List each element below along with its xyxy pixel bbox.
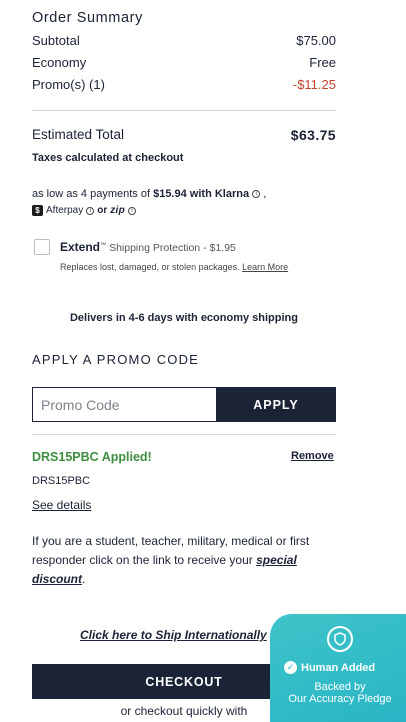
financing-prefix: as low as 4 payments of xyxy=(32,188,151,200)
shipping-value: Free xyxy=(309,55,336,70)
promo-discount-value: -$11.25 xyxy=(292,77,336,92)
shipping-row: Economy Free xyxy=(32,55,336,70)
klarna-logo: Klarna xyxy=(214,188,250,200)
divider xyxy=(32,434,336,435)
promo-code-input[interactable] xyxy=(32,387,217,422)
estimated-total-row: Estimated Total $63.75 xyxy=(32,127,336,143)
estimated-total-value: $63.75 xyxy=(290,127,336,143)
delivery-estimate: Delivers in 4-6 days with economy shippi… xyxy=(69,312,298,324)
human-added-text: Human Added xyxy=(301,661,376,674)
see-details-link[interactable]: See details xyxy=(32,498,91,512)
applied-promo-code: DRS15PBC xyxy=(32,475,91,487)
financing-with: with xyxy=(189,188,212,200)
klarna-financing: as low as 4 payments of $15.94 with Klar… xyxy=(32,188,267,200)
shield-icon xyxy=(327,626,353,652)
extend-logo: Extend xyxy=(60,240,101,254)
promo-section-title: APPLY A PROMO CODE xyxy=(32,352,200,367)
shipping-protection-label: Shipping Protection xyxy=(109,242,201,254)
protection-note-text: Replaces lost, damaged, or stolen packag… xyxy=(60,262,240,272)
pledge-line: Our Accuracy Pledge xyxy=(288,693,392,705)
klarna-info-icon[interactable]: i xyxy=(252,190,261,199)
human-added-label: ✓ Human Added xyxy=(284,661,375,674)
special-discount-text: If you are a student, teacher, military,… xyxy=(32,532,332,589)
zip-logo: zip xyxy=(110,205,126,216)
financing-amount: $15.94 xyxy=(153,188,187,200)
order-summary-title: Order Summary xyxy=(32,10,143,26)
promo-label: Promo(s) (1) xyxy=(32,77,105,92)
taxes-note: Taxes calculated at checkout xyxy=(32,152,184,164)
remove-promo-link[interactable]: Remove xyxy=(291,450,334,462)
apply-promo-button[interactable]: APPLY xyxy=(216,387,336,422)
extend-tm: ™ xyxy=(100,242,107,249)
subtotal-label: Subtotal xyxy=(32,33,80,48)
divider xyxy=(32,110,336,111)
zip-info-icon[interactable]: i xyxy=(128,206,137,215)
extend-protection: Extend™ Shipping Protection - $1.95 xyxy=(60,240,236,254)
subtotal-row: Subtotal $75.00 xyxy=(32,33,336,48)
shipping-label: Economy xyxy=(32,55,87,70)
afterpay-zip-financing: $ Afterpay i or zip i xyxy=(32,205,137,216)
estimated-total-label: Estimated Total xyxy=(32,127,125,142)
shipping-protection-price: - $1.95 xyxy=(203,242,236,254)
discount-end: . xyxy=(82,572,86,586)
ship-internationally-link[interactable]: Click here to Ship Internationally xyxy=(80,628,267,642)
promo-row: Promo(s) (1) -$11.25 xyxy=(32,77,336,92)
subtotal-value: $75.00 xyxy=(296,33,336,48)
accuracy-pledge-badge[interactable]: ✓ Human Added Backed by Our Accuracy Ple… xyxy=(270,614,406,722)
protection-note: Replaces lost, damaged, or stolen packag… xyxy=(60,262,288,272)
financing-or: or xyxy=(97,205,108,216)
afterpay-logo: Afterpay xyxy=(46,205,84,216)
afterpay-icon: $ xyxy=(32,205,43,216)
promo-applied-status: DRS15PBC Applied! xyxy=(32,450,152,464)
check-circle-icon: ✓ xyxy=(284,661,297,674)
afterpay-info-icon[interactable]: i xyxy=(86,206,95,215)
backed-by-line: Backed by xyxy=(314,681,366,693)
backed-by-text: Backed by Our Accuracy Pledge xyxy=(270,681,406,705)
shipping-protection-checkbox[interactable] xyxy=(34,239,50,255)
learn-more-link[interactable]: Learn More xyxy=(242,262,288,272)
